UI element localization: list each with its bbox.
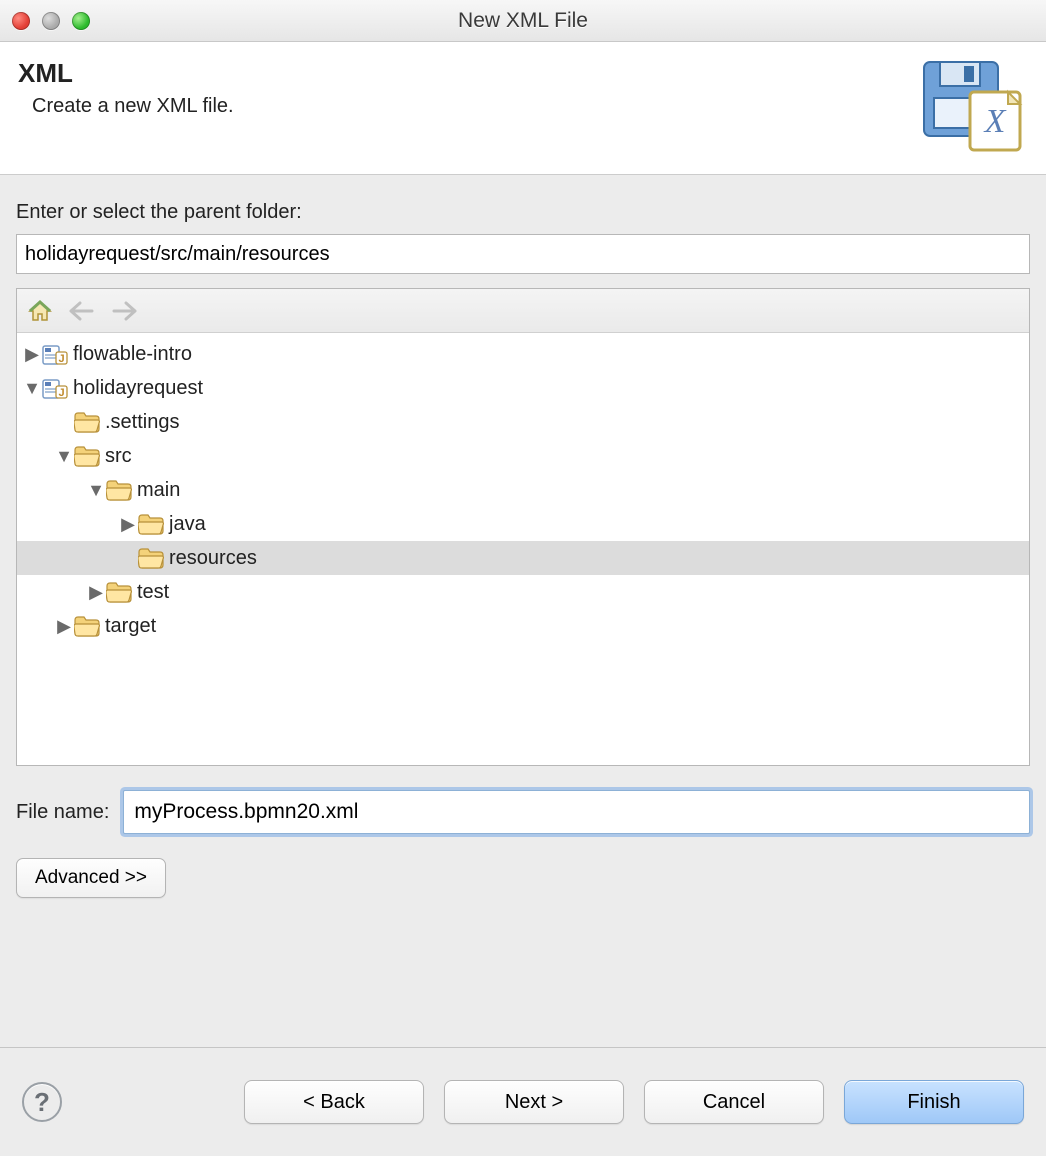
folder-icon (105, 580, 133, 604)
tree-node-label: holidayrequest (73, 377, 203, 400)
tree-node-label: src (105, 445, 132, 468)
tree-node-label: main (137, 479, 180, 502)
folder-icon (73, 410, 101, 434)
svg-text:J: J (58, 387, 64, 399)
titlebar: New XML File (0, 0, 1046, 42)
help-button[interactable]: ? (22, 1082, 62, 1122)
folder-icon (137, 546, 165, 570)
tree-row[interactable]: resources (17, 541, 1029, 575)
folder-icon (73, 614, 101, 638)
tree-row[interactable]: ▶ test (17, 575, 1029, 609)
tree-row[interactable]: .settings (17, 405, 1029, 439)
filename-input[interactable] (123, 790, 1030, 834)
next-button[interactable]: Next > (444, 1080, 624, 1124)
back-button[interactable]: < Back (244, 1080, 424, 1124)
folder-tree-panel: ▶ Jflowable-intro ▼ Jholidayrequest .setting… (16, 288, 1030, 766)
chevron-right-icon[interactable]: ▶ (119, 515, 137, 533)
svg-text:X: X (983, 103, 1007, 140)
home-button[interactable] (23, 296, 57, 326)
tree-toolbar (17, 289, 1029, 333)
chevron-down-icon[interactable]: ▼ (87, 481, 105, 499)
wizard-subheading: Create a new XML file. (32, 95, 906, 118)
chevron-right-icon[interactable]: ▶ (87, 583, 105, 601)
forward-arrow-button[interactable] (107, 296, 141, 326)
wizard-footer: ? < Back Next > Cancel Finish (0, 1048, 1046, 1156)
tree-node-label: target (105, 615, 156, 638)
folder-icon (137, 512, 165, 536)
minimize-window-button[interactable] (42, 12, 60, 30)
tree-row[interactable]: ▼ src (17, 439, 1029, 473)
zoom-window-button[interactable] (72, 12, 90, 30)
tree-node-label: .settings (105, 411, 179, 434)
wizard-banner-icon: X (918, 58, 1028, 154)
project-icon: J (41, 342, 69, 366)
close-window-button[interactable] (12, 12, 30, 30)
wizard-heading: XML (18, 58, 906, 89)
svg-text:J: J (58, 353, 64, 365)
wizard-content: Enter or select the parent folder: ▶Jfl (0, 175, 1046, 898)
tree-node-label: test (137, 581, 169, 604)
window-traffic-lights (12, 12, 90, 30)
folder-icon (105, 478, 133, 502)
tree-row[interactable]: ▼ main (17, 473, 1029, 507)
cancel-button[interactable]: Cancel (644, 1080, 824, 1124)
filename-row: File name: (16, 790, 1030, 834)
tree-node-label: java (169, 513, 206, 536)
tree-node-label: flowable-intro (73, 343, 192, 366)
chevron-right-icon[interactable]: ▶ (23, 345, 41, 363)
tree-row[interactable]: ▶ java (17, 507, 1029, 541)
folder-icon (73, 444, 101, 468)
advanced-button[interactable]: Advanced >> (16, 858, 166, 898)
tree-row[interactable]: ▼ Jholidayrequest (17, 371, 1029, 405)
parent-folder-input[interactable] (16, 234, 1030, 274)
tree-row[interactable]: ▶ Jflowable-intro (17, 337, 1029, 371)
chevron-right-icon[interactable]: ▶ (55, 617, 73, 635)
chevron-down-icon[interactable]: ▼ (55, 447, 73, 465)
tree-node-label: resources (169, 547, 257, 570)
tree-row[interactable]: ▶ target (17, 609, 1029, 643)
back-arrow-button[interactable] (65, 296, 99, 326)
finish-button[interactable]: Finish (844, 1080, 1024, 1124)
window-title: New XML File (458, 9, 588, 33)
filename-label: File name: (16, 801, 109, 824)
project-icon: J (41, 376, 69, 400)
chevron-down-icon[interactable]: ▼ (23, 379, 41, 397)
wizard-banner: XML Create a new XML file. X (0, 42, 1046, 175)
folder-tree[interactable]: ▶ Jflowable-intro ▼ Jholidayrequest .setting… (17, 333, 1029, 765)
parent-folder-label: Enter or select the parent folder: (16, 201, 1030, 224)
